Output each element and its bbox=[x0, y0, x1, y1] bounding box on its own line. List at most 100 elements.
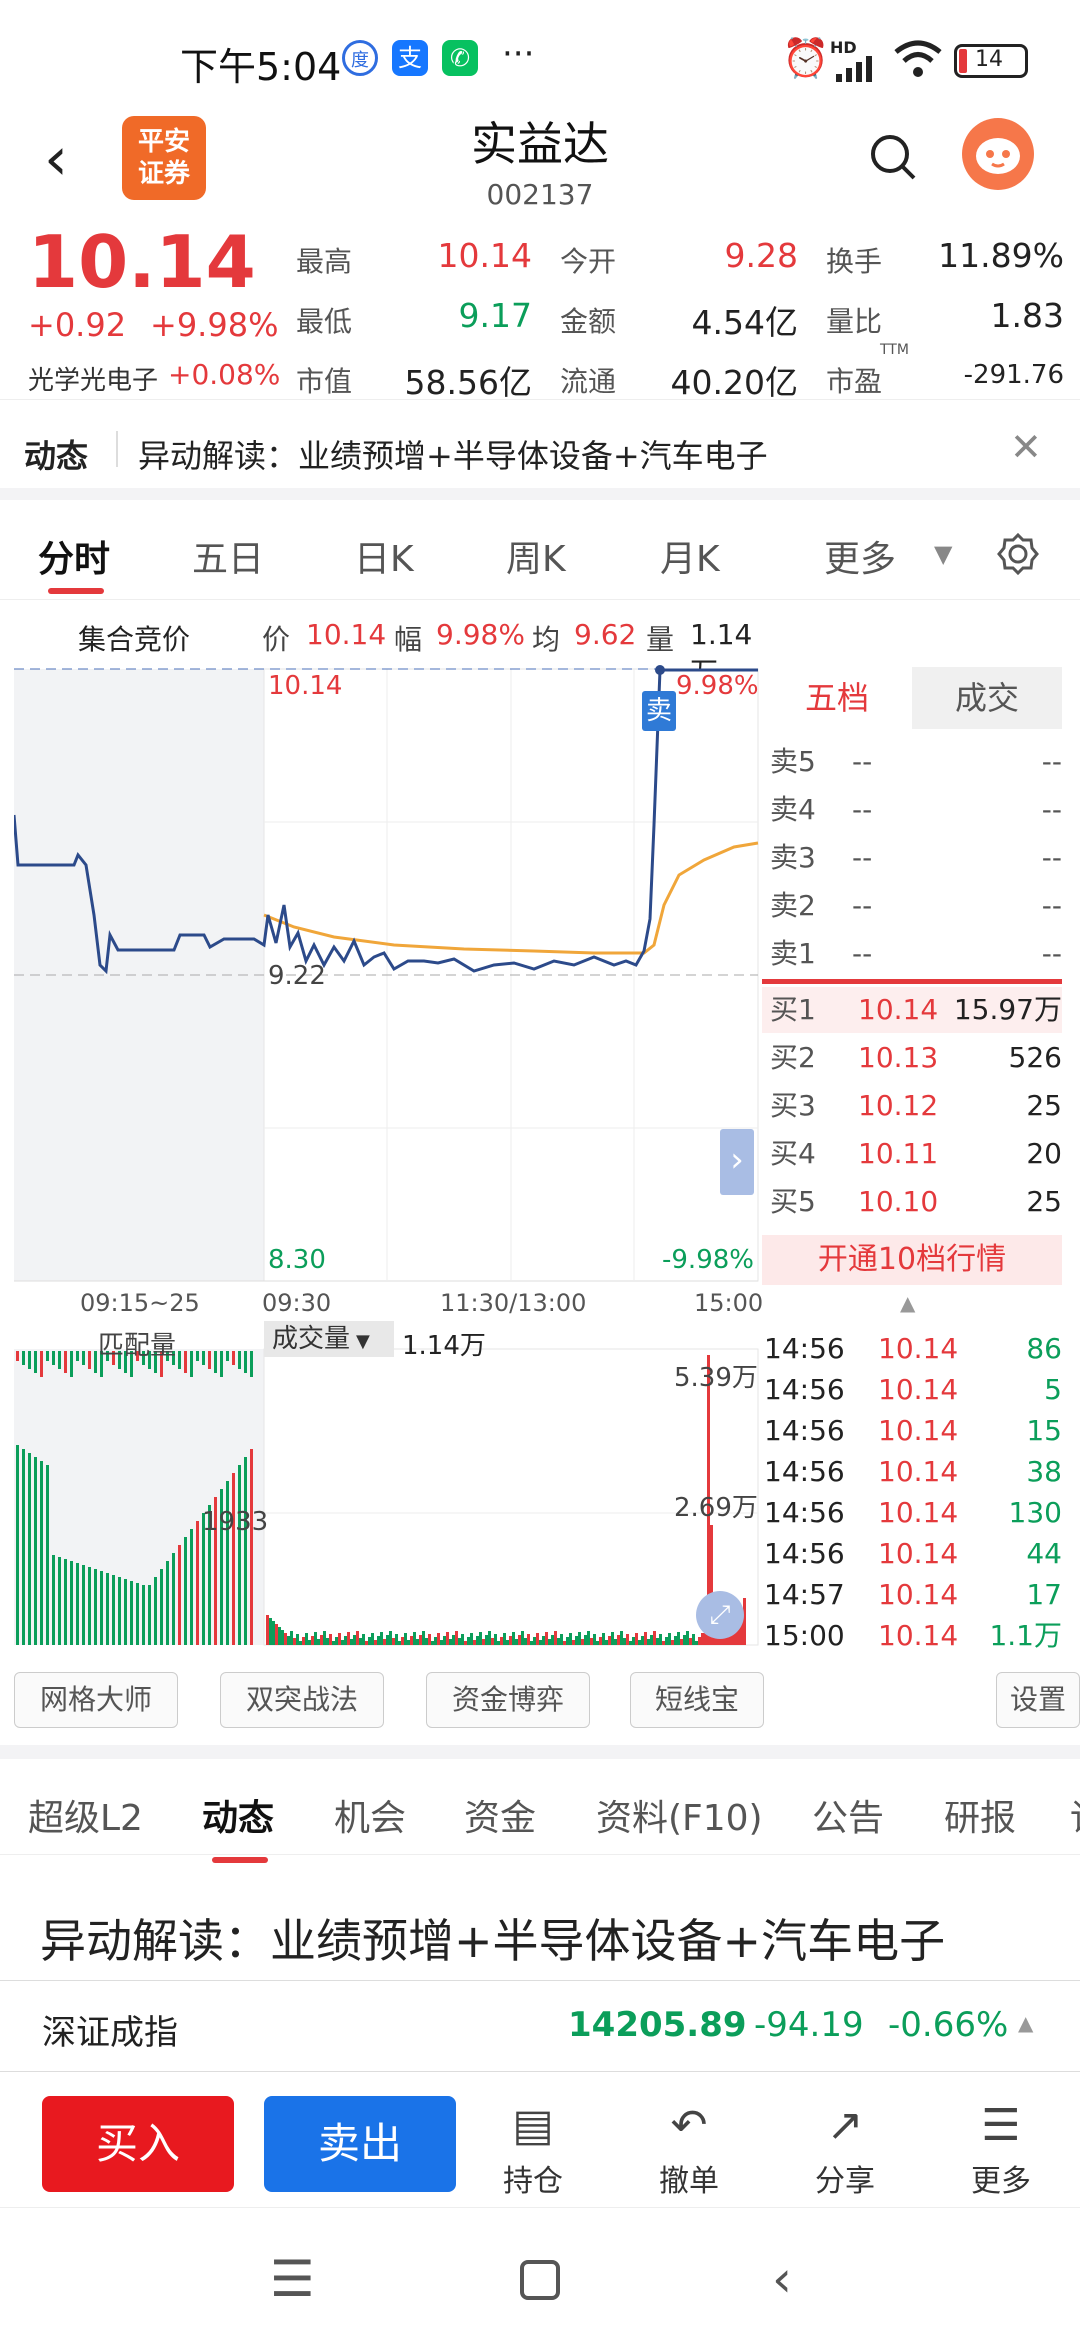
auction-volume-bar bbox=[28, 1453, 31, 1645]
trade-volume: 86 bbox=[1026, 1332, 1062, 1365]
auction-volume-bar bbox=[106, 1573, 109, 1645]
tab-monthly-k[interactable]: 月K bbox=[660, 530, 720, 582]
tab-daily-k[interactable]: 日K bbox=[354, 530, 414, 582]
bid-row: 买2 10.13 526 bbox=[762, 1035, 1062, 1081]
short-line-button[interactable]: 短线宝 bbox=[630, 1672, 764, 1728]
fullscreen-icon[interactable]: ⤢ bbox=[696, 1591, 744, 1639]
trade-price: 10.14 bbox=[878, 1414, 959, 1447]
ask-row: 卖2 -- -- bbox=[762, 883, 1062, 929]
chevron-up-icon[interactable]: ▲ bbox=[1018, 2011, 1033, 2035]
trade-volume-bar bbox=[416, 1639, 419, 1645]
bid-price: 10.13 bbox=[858, 1041, 939, 1074]
assistant-avatar-icon[interactable] bbox=[962, 118, 1034, 190]
auction-volume-bar bbox=[40, 1461, 43, 1645]
tab-capital[interactable]: 资金 bbox=[464, 1789, 536, 1841]
gear-icon[interactable] bbox=[996, 532, 1040, 576]
trade-price: 10.14 bbox=[878, 1496, 959, 1529]
trade-volume-bar bbox=[374, 1640, 377, 1645]
tab-f10[interactable]: 资料(F10) bbox=[596, 1789, 763, 1841]
tab-opportunity[interactable]: 机会 bbox=[334, 1789, 406, 1841]
dual-breakout-button[interactable]: 双突战法 bbox=[220, 1672, 384, 1728]
trade-volume-bar bbox=[575, 1636, 578, 1645]
tab-five-day[interactable]: 五日 bbox=[192, 530, 264, 582]
menu-icon[interactable]: ☰ bbox=[270, 2250, 315, 2308]
tab-intraday[interactable]: 分时 bbox=[38, 530, 110, 582]
sector-name[interactable]: 光学光电子 bbox=[28, 360, 158, 397]
close-icon[interactable]: ✕ bbox=[1010, 425, 1042, 469]
search-icon[interactable] bbox=[864, 128, 920, 184]
ask-volume: -- bbox=[1041, 793, 1062, 826]
trade-volume-bar bbox=[386, 1635, 389, 1645]
auction-volume-bar bbox=[172, 1553, 175, 1645]
trade-volume-bar bbox=[320, 1635, 323, 1645]
positions-button[interactable]: ▤ 持仓 bbox=[478, 2096, 588, 2200]
auction-volume-bar bbox=[34, 1457, 37, 1645]
collapse-arrow-icon[interactable]: ▲ bbox=[900, 1291, 915, 1315]
index-ticker[interactable]: 深证成指 14205.89 -94.19 -0.66% ▲ bbox=[0, 1980, 1080, 2072]
tab-trades[interactable]: 成交 bbox=[912, 667, 1062, 729]
open-10-level-button[interactable]: 开通10档行情 bbox=[762, 1235, 1062, 1285]
tab-discussion[interactable]: 讨 bbox=[1070, 1789, 1080, 1841]
grid-master-button[interactable]: 网格大师 bbox=[14, 1672, 178, 1728]
intraday-chart[interactable]: 10.14 9.98% 9.22 8.30 -9.98% 卖 › 09:15~2… bbox=[14, 665, 763, 1646]
chevron-down-icon[interactable]: ▼ bbox=[934, 540, 952, 568]
trade-volume-bar bbox=[341, 1640, 344, 1645]
y-mid-label: 9.22 bbox=[268, 961, 326, 991]
trade-volume-bar bbox=[653, 1631, 656, 1645]
ask-volume: -- bbox=[1041, 889, 1062, 922]
sell-badge[interactable]: 卖 bbox=[642, 691, 676, 731]
trade-volume-bar bbox=[668, 1633, 671, 1645]
trade-volume-bar bbox=[674, 1636, 677, 1645]
sector-pct: +0.08% bbox=[168, 358, 281, 391]
trade-volume-bar bbox=[269, 1618, 272, 1645]
auction-volume-bar bbox=[16, 1445, 19, 1645]
volume-select[interactable]: 成交量 ▼ bbox=[264, 1321, 394, 1357]
tab-announcements[interactable]: 公告 bbox=[812, 1789, 884, 1841]
cancel-order-button[interactable]: ↶ 撤单 bbox=[634, 2096, 744, 2200]
volume-value: 1.14万 bbox=[402, 1331, 486, 1361]
price-label: 价 bbox=[262, 623, 291, 656]
pe-value: -291.76 bbox=[963, 360, 1064, 390]
trade-volume-bar bbox=[500, 1637, 503, 1645]
trade-price: 10.14 bbox=[878, 1578, 959, 1611]
home-icon[interactable] bbox=[520, 2260, 560, 2300]
tab-weekly-k[interactable]: 周K bbox=[506, 530, 566, 582]
trade-volume-bar bbox=[356, 1631, 359, 1645]
tab-research[interactable]: 研报 bbox=[944, 1789, 1016, 1841]
y-top-label: 10.14 bbox=[268, 671, 343, 701]
status-bar: 下午5:04 度 支 ✆ ··· ⏰ HD 14 bbox=[0, 0, 1080, 110]
more-button[interactable]: ☰ 更多 bbox=[946, 2096, 1056, 2200]
trade-volume-bar bbox=[488, 1631, 491, 1645]
unmatched-volume-bar bbox=[226, 1351, 229, 1361]
expand-panel-chevron-icon[interactable]: › bbox=[720, 1129, 754, 1195]
tab-more[interactable]: 更多 bbox=[824, 530, 896, 582]
tools-settings-button[interactable]: 设置 bbox=[996, 1672, 1080, 1728]
trade-row: 14:56 10.14 130 bbox=[762, 1493, 1062, 1533]
index-name: 深证成指 bbox=[42, 2013, 178, 2053]
sell-button[interactable]: 卖出 bbox=[264, 2096, 456, 2192]
news-headline[interactable]: 异动解读：业绩预增+半导体设备+汽车电子 bbox=[40, 1905, 945, 1971]
trade-volume-bar bbox=[695, 1641, 698, 1645]
ask-volume: -- bbox=[1041, 745, 1062, 778]
unmatched-volume-bar bbox=[208, 1351, 211, 1369]
capital-game-button[interactable]: 资金博弈 bbox=[426, 1672, 590, 1728]
trade-volume-bar bbox=[569, 1633, 572, 1645]
trade-volume-bar bbox=[566, 1637, 569, 1645]
share-button[interactable]: ↗ 分享 bbox=[790, 2096, 900, 2200]
unmatched-volume-bar bbox=[70, 1351, 73, 1377]
tab-super-l2[interactable]: 超级L2 bbox=[28, 1789, 143, 1841]
buy-button[interactable]: 买入 bbox=[42, 2096, 234, 2192]
back-nav-icon[interactable]: ‹ bbox=[772, 2250, 792, 2308]
tab-news[interactable]: 动态 bbox=[202, 1789, 274, 1841]
auction-volume-bar bbox=[232, 1473, 235, 1645]
unmatched-volume-bar bbox=[64, 1351, 67, 1373]
index-pct: -0.66% bbox=[888, 2005, 1009, 2045]
news-text[interactable]: 异动解读：业绩预增+半导体设备+汽车电子 bbox=[138, 431, 768, 477]
bid-volume: 25 bbox=[1026, 1185, 1062, 1218]
trade-volume-bar bbox=[611, 1632, 614, 1645]
trade-volume-bar bbox=[407, 1640, 410, 1645]
action-bar: 买入 卖出 ▤ 持仓 ↶ 撤单 ↗ 分享 ☰ 更多 bbox=[0, 2078, 1080, 2208]
news-strip[interactable]: 动态 异动解读：业绩预增+半导体设备+汽车电子 ✕ bbox=[0, 405, 1080, 500]
ask-volume: -- bbox=[1041, 937, 1062, 970]
tab-five-level[interactable]: 五档 bbox=[762, 667, 912, 729]
